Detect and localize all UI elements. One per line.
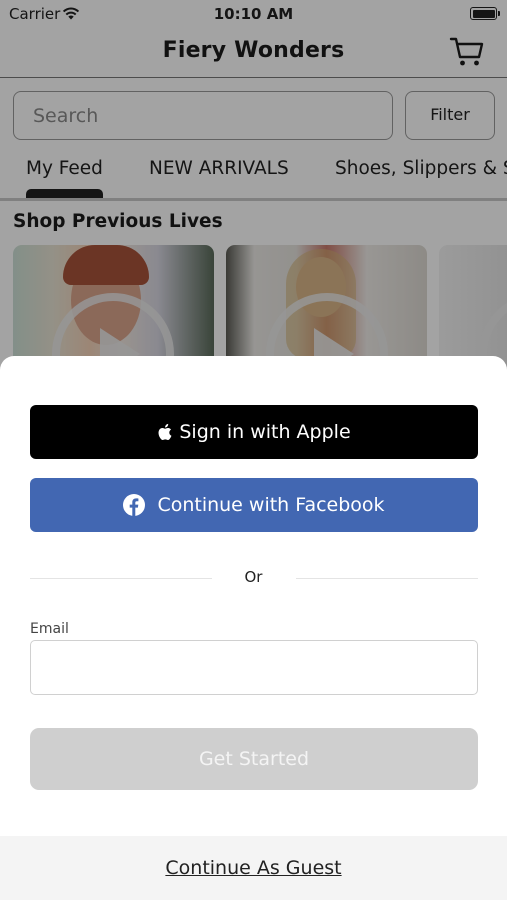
facebook-icon [123,494,146,516]
sign-in-sheet: Sign in with Apple Continue with Faceboo… [0,356,507,900]
continue-with-facebook-button[interactable]: Continue with Facebook [30,478,478,532]
get-started-button[interactable]: Get Started [30,728,478,790]
sign-in-with-apple-label: Sign in with Apple [179,421,351,443]
guest-bar: Continue As Guest [0,836,507,900]
sign-in-with-apple-button[interactable]: Sign in with Apple [30,405,478,459]
continue-as-guest-link[interactable]: Continue As Guest [0,857,507,879]
email-label: Email [30,621,69,637]
or-separator-label: Or [244,568,263,586]
apple-icon [158,423,172,440]
email-field[interactable] [30,640,478,695]
divider-right [296,578,478,579]
continue-with-facebook-label: Continue with Facebook [157,494,385,516]
